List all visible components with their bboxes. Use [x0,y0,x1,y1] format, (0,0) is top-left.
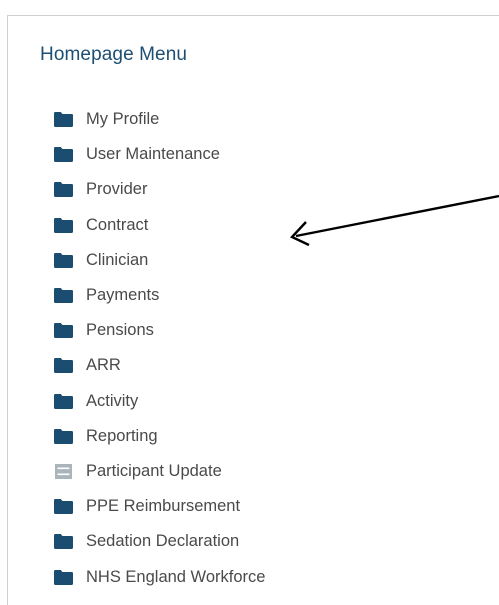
annotation-arrow [289,194,499,247]
